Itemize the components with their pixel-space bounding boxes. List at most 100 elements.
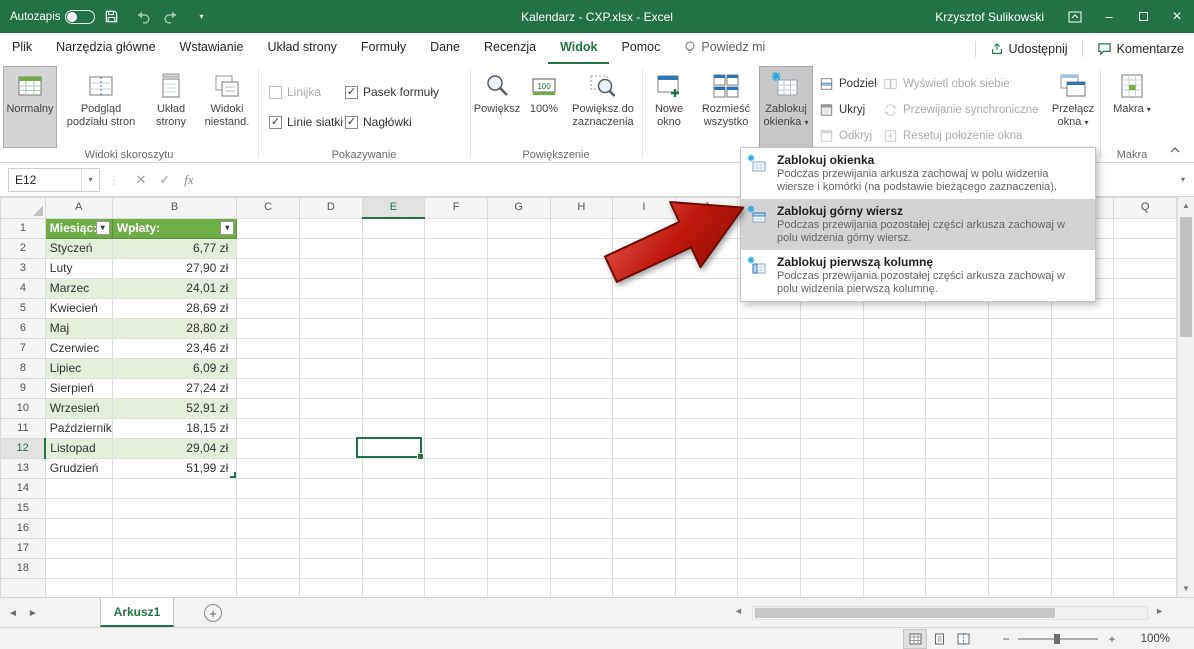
row-header-3[interactable]: 3 [1,258,46,278]
scroll-up-button[interactable]: ▲ [1178,197,1194,214]
cell[interactable] [1051,318,1114,338]
cell[interactable] [425,318,488,338]
cell[interactable] [362,378,425,398]
cell[interactable] [487,578,550,597]
synchronous-scrolling-button[interactable]: Przewijanie synchroniczne [883,98,1039,122]
cell[interactable] [237,358,300,378]
cell[interactable] [1051,358,1114,378]
column-header-Q[interactable]: Q [1114,198,1177,219]
cell[interactable] [926,458,989,478]
cell[interactable] [362,278,425,298]
cell[interactable]: Sierpień [45,378,112,398]
cell[interactable] [1051,398,1114,418]
cell[interactable] [863,378,926,398]
row-header-15[interactable]: 15 [1,498,46,518]
name-box[interactable]: E12 ▾ [8,168,100,192]
cell[interactable] [926,558,989,578]
cell[interactable] [299,378,362,398]
cell[interactable] [425,418,488,438]
cell[interactable] [613,478,676,498]
cell[interactable] [613,538,676,558]
row-header-6[interactable]: 6 [1,318,46,338]
cell[interactable] [1114,458,1177,478]
row-header-14[interactable]: 14 [1,478,46,498]
cell[interactable] [613,458,676,478]
cell[interactable] [926,378,989,398]
cell[interactable] [926,518,989,538]
menu-item-freeze-panes[interactable]: Zablokuj okienkaPodczas przewijania arku… [741,148,1095,199]
cell[interactable] [487,258,550,278]
cell[interactable] [738,338,801,358]
cell[interactable] [112,538,237,558]
cell[interactable] [675,518,738,538]
cell[interactable]: 27,24 zł [112,378,237,398]
cell[interactable]: 24,01 zł [112,278,237,298]
cell[interactable] [299,218,362,238]
cell[interactable]: Maj [45,318,112,338]
cell[interactable] [926,358,989,378]
row-header-13[interactable]: 13 [1,458,46,478]
row-header-8[interactable]: 8 [1,358,46,378]
cell[interactable] [112,498,237,518]
cell[interactable] [299,298,362,318]
cell[interactable] [801,458,864,478]
enter-icon[interactable]: ✓ [153,172,177,188]
row-header-4[interactable]: 4 [1,278,46,298]
cell[interactable] [425,358,488,378]
cell[interactable] [613,378,676,398]
cell[interactable] [926,318,989,338]
cell[interactable]: 52,91 zł [112,398,237,418]
cell[interactable] [738,438,801,458]
cell[interactable] [299,498,362,518]
cell[interactable] [675,378,738,398]
cell[interactable] [1051,558,1114,578]
cell[interactable] [675,578,738,597]
cell[interactable]: Miesiąc:▾ [45,218,112,238]
cell[interactable] [1114,478,1177,498]
cell[interactable] [988,518,1051,538]
cell[interactable] [487,438,550,458]
cell[interactable] [926,398,989,418]
cell[interactable] [45,538,112,558]
cell[interactable] [487,318,550,338]
maximize-button[interactable] [1126,0,1160,33]
cell[interactable] [1114,378,1177,398]
tab-data[interactable]: Dane [418,33,472,64]
save-button[interactable] [99,0,125,33]
cell[interactable] [801,558,864,578]
cell[interactable] [801,538,864,558]
cell[interactable] [487,558,550,578]
cell[interactable] [487,378,550,398]
cell[interactable] [988,478,1051,498]
column-header-D[interactable]: D [299,198,362,219]
zoom-100-button[interactable]: 100 100% [523,66,565,148]
cell[interactable] [425,238,488,258]
cell[interactable]: Wrzesień [45,398,112,418]
cell[interactable] [675,358,738,378]
zoom-button[interactable]: Powiększ [473,66,521,148]
cell[interactable] [425,458,488,478]
column-header-F[interactable]: F [425,198,488,219]
cell[interactable] [675,458,738,478]
cell[interactable] [1114,258,1177,278]
statusbar-page-layout-button[interactable] [927,629,951,649]
cell[interactable] [1114,418,1177,438]
cell[interactable] [926,478,989,498]
cell[interactable] [801,478,864,498]
cell[interactable] [45,478,112,498]
cell[interactable] [1051,478,1114,498]
cell[interactable] [863,518,926,538]
vertical-scrollbar[interactable]: ▲ ▼ [1177,197,1194,597]
cell[interactable] [863,498,926,518]
row-header-11[interactable]: 11 [1,418,46,438]
cell[interactable] [738,518,801,538]
cell[interactable] [988,358,1051,378]
hscroll-right-button[interactable]: ► [1155,606,1164,616]
cell[interactable] [550,538,613,558]
cell[interactable]: Wpłaty:▾ [112,218,237,238]
cell[interactable] [362,458,425,478]
cell[interactable] [1051,458,1114,478]
share-button[interactable]: Udostępnij [980,42,1078,56]
row-header-2[interactable]: 2 [1,238,46,258]
cell[interactable] [863,438,926,458]
